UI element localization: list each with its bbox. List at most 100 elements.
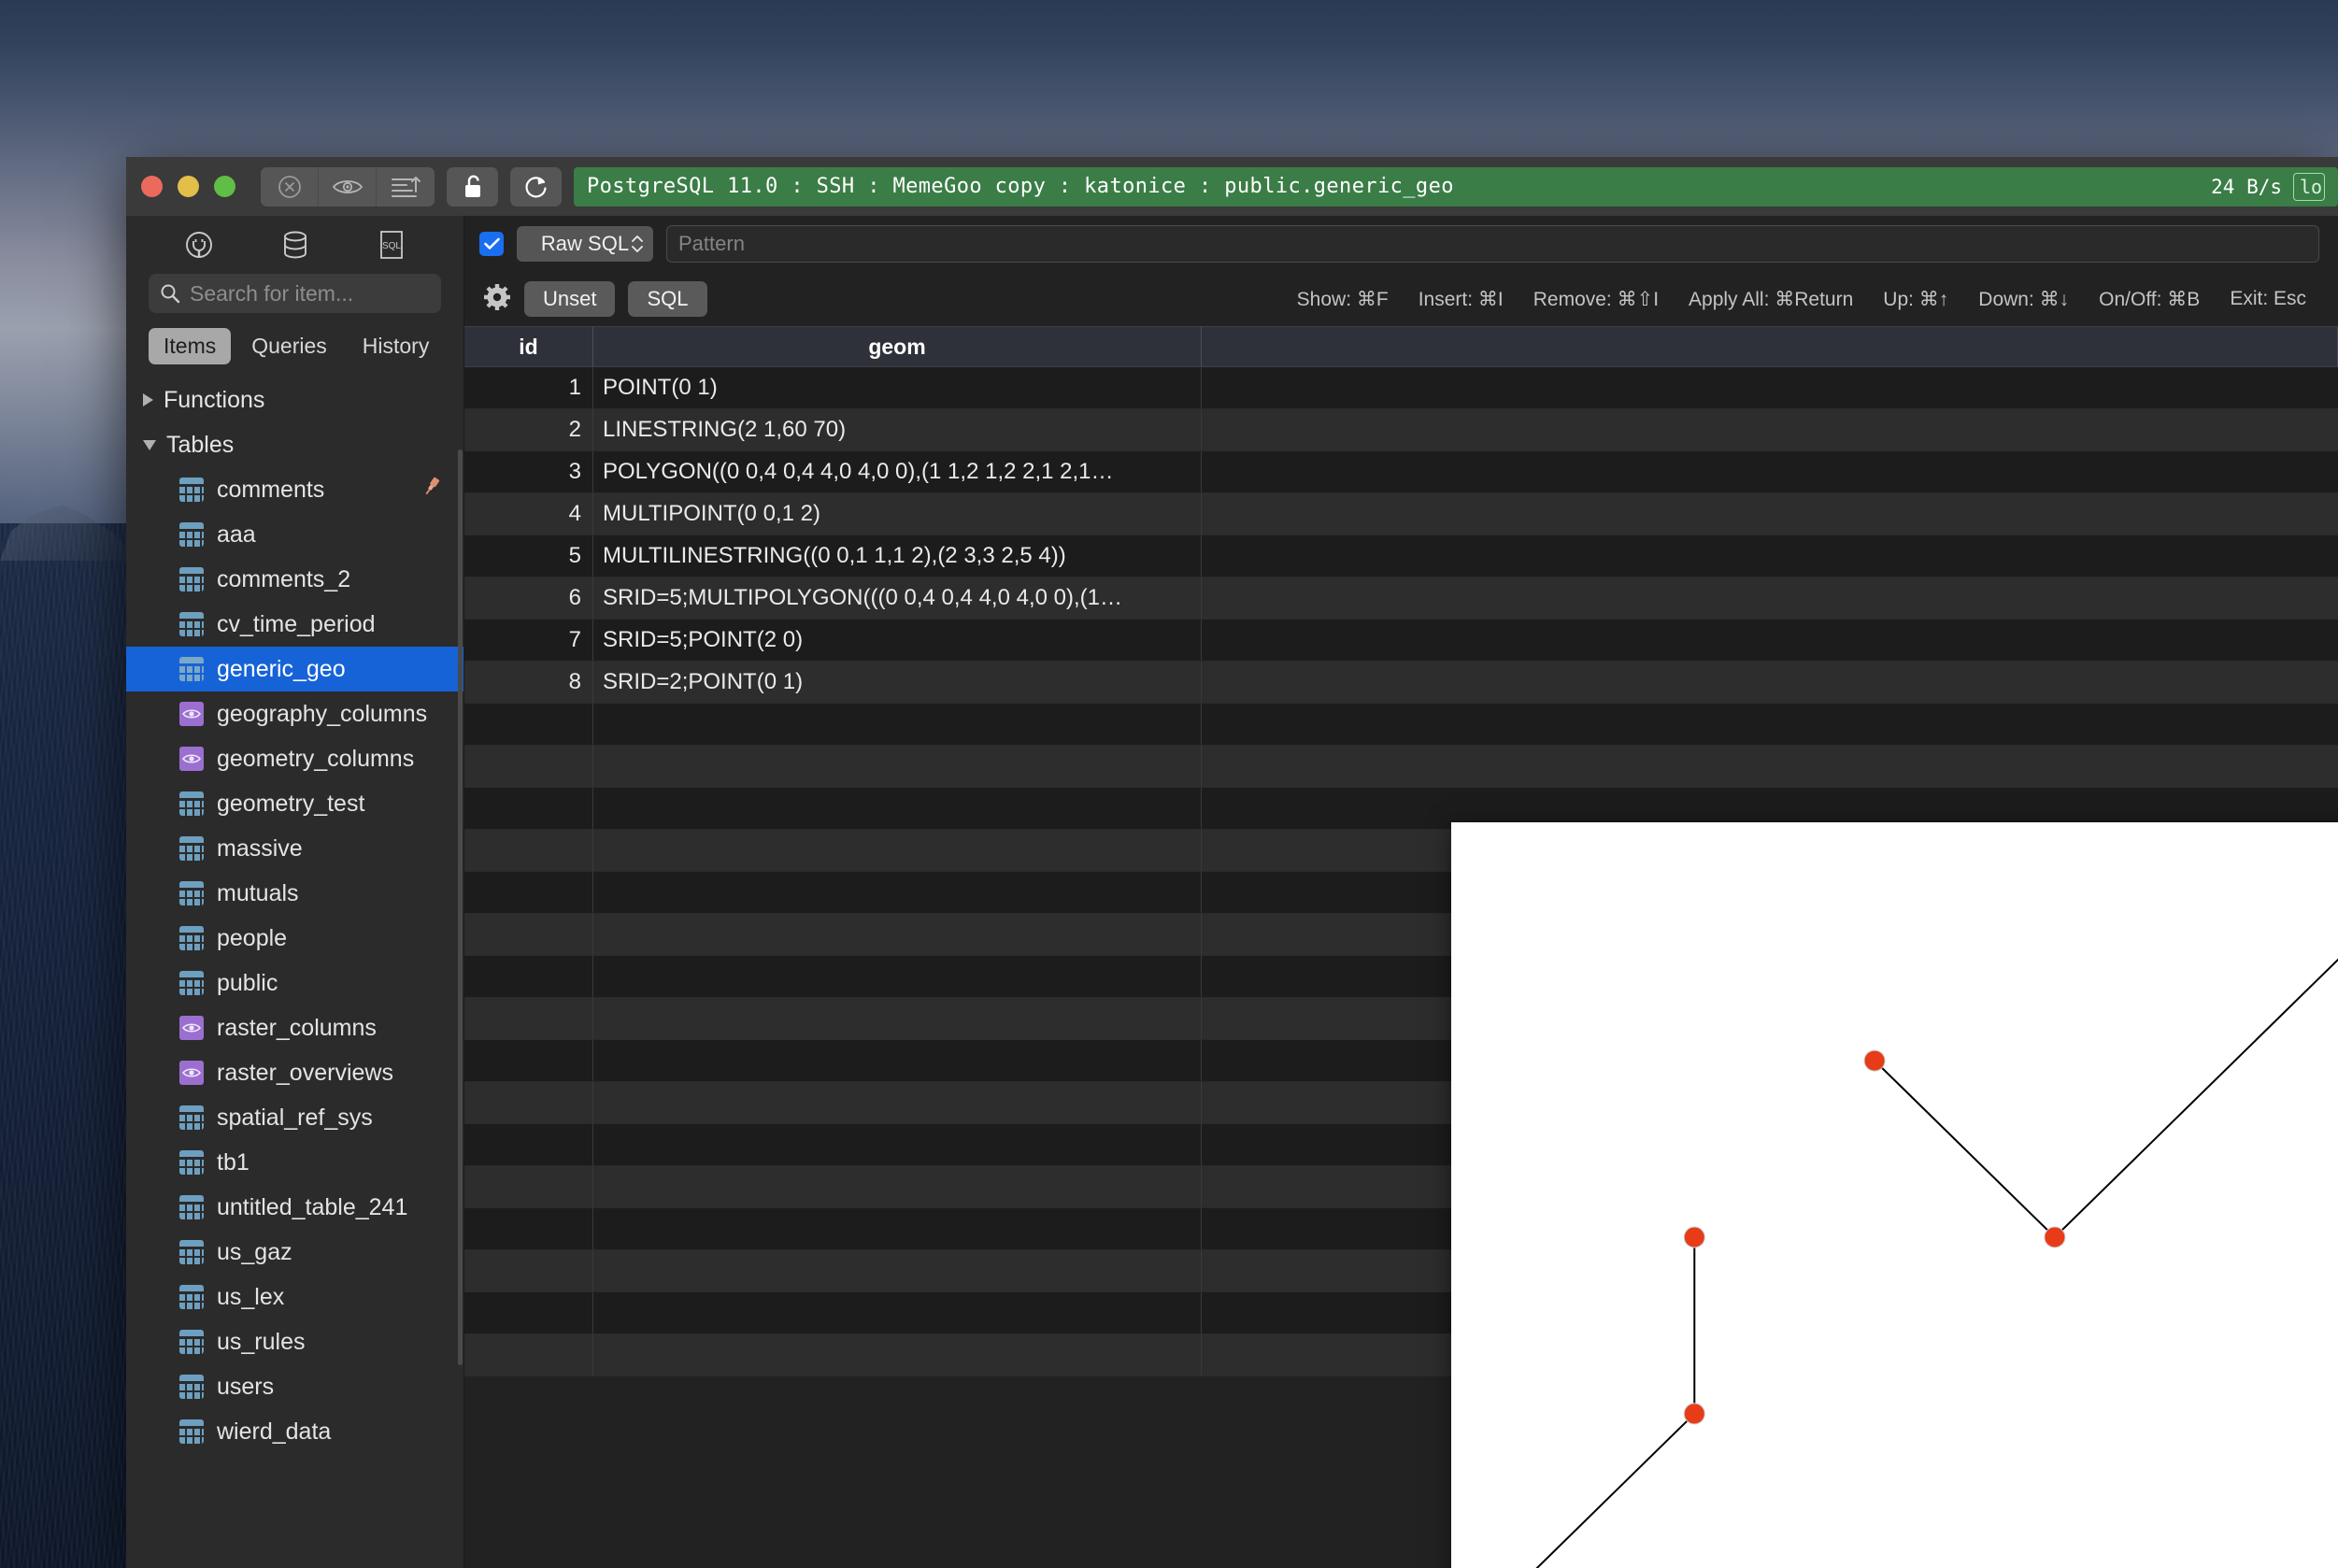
- cell-geom-empty[interactable]: [593, 788, 1202, 829]
- cell-id[interactable]: 7: [464, 620, 593, 661]
- unset-button[interactable]: Unset: [524, 281, 616, 317]
- sidebar-item-us_rules[interactable]: us_rules: [126, 1319, 463, 1364]
- cell-geom-empty[interactable]: [593, 1124, 1202, 1165]
- cell-id-empty[interactable]: [464, 872, 593, 913]
- sidebar-scrollbar[interactable]: [458, 449, 463, 1365]
- geometry-vertex-2-2[interactable]: [2044, 1226, 2066, 1248]
- sidebar-item-geometry_test[interactable]: geometry_test: [126, 781, 463, 826]
- table-row[interactable]: 8 SRID=2;POINT(0 1): [464, 662, 2338, 704]
- cell-geom[interactable]: SRID=5;POINT(2 0): [593, 620, 1202, 661]
- sidebar-item-mutuals[interactable]: mutuals: [126, 871, 463, 916]
- cell-geom-empty[interactable]: [593, 1250, 1202, 1291]
- sidebar-item-aaa[interactable]: aaa: [126, 512, 463, 557]
- sidebar-item-public[interactable]: public: [126, 961, 463, 1005]
- cell-geom-empty[interactable]: [593, 1292, 1202, 1333]
- table-row[interactable]: 5 MULTILINESTRING((0 0,1 1,1 2),(2 3,3 2,…: [464, 535, 2338, 577]
- close-window-button[interactable]: [141, 176, 163, 197]
- cell-id[interactable]: 6: [464, 577, 593, 619]
- cell-geom-empty[interactable]: [593, 1334, 1202, 1376]
- geometry-preview-popup[interactable]: [1451, 822, 2338, 1568]
- cell-geom-empty[interactable]: [593, 1166, 1202, 1207]
- cell-geom-empty[interactable]: [593, 956, 1202, 997]
- cell-id[interactable]: 1: [464, 367, 593, 408]
- query-mode-select[interactable]: Raw SQL: [517, 226, 653, 262]
- cell-id-empty[interactable]: [464, 704, 593, 745]
- sidebar-item-untitled_table_241[interactable]: untitled_table_241: [126, 1185, 463, 1230]
- sort-lines-icon[interactable]: [377, 166, 435, 207]
- cell-id[interactable]: 8: [464, 662, 593, 703]
- search-input[interactable]: Search for item...: [149, 274, 441, 313]
- tab-history[interactable]: History: [348, 328, 445, 364]
- unlock-icon[interactable]: [447, 166, 498, 207]
- sidebar-item-comments_2[interactable]: comments_2: [126, 557, 463, 602]
- sql-file-icon[interactable]: SQL: [367, 225, 416, 264]
- cell-id[interactable]: 4: [464, 493, 593, 535]
- sidebar-item-cv_time_period[interactable]: cv_time_period: [126, 602, 463, 647]
- cell-geom-empty[interactable]: [593, 998, 1202, 1039]
- sidebar-item-comments[interactable]: comments: [126, 467, 463, 512]
- cell-geom[interactable]: MULTILINESTRING((0 0,1 1,1 2),(2 3,3 2,5…: [593, 535, 1202, 577]
- sidebar-item-people[interactable]: people: [126, 916, 463, 961]
- table-row[interactable]: 2 LINESTRING(2 1,60 70): [464, 409, 2338, 451]
- table-row-empty[interactable]: [464, 704, 2338, 746]
- cell-geom[interactable]: POINT(0 1): [593, 367, 1202, 408]
- cell-id-empty[interactable]: [464, 1124, 593, 1165]
- cell-id[interactable]: 2: [464, 409, 593, 450]
- cell-geom-empty[interactable]: [593, 914, 1202, 955]
- cell-id-empty[interactable]: [464, 1166, 593, 1207]
- table-row-empty[interactable]: [464, 746, 2338, 788]
- tab-items[interactable]: Items: [149, 328, 232, 364]
- sidebar-item-us_lex[interactable]: us_lex: [126, 1275, 463, 1319]
- sidebar-item-generic_geo[interactable]: generic_geo: [126, 647, 463, 691]
- cell-geom-empty[interactable]: [593, 830, 1202, 871]
- geometry-vertex-2-1[interactable]: [1863, 1049, 1886, 1072]
- sql-button[interactable]: SQL: [628, 281, 707, 317]
- sidebar-item-wierd_data[interactable]: wierd_data: [126, 1409, 463, 1454]
- minimize-window-button[interactable]: [178, 176, 199, 197]
- sidebar-item-us_gaz[interactable]: us_gaz: [126, 1230, 463, 1275]
- cell-id-empty[interactable]: [464, 1040, 593, 1081]
- cancel-icon[interactable]: [261, 166, 319, 207]
- filter-enabled-checkbox[interactable]: [479, 232, 504, 256]
- gear-icon[interactable]: [483, 283, 511, 316]
- connection-plug-icon[interactable]: [175, 225, 223, 264]
- cell-id-empty[interactable]: [464, 1334, 593, 1376]
- cell-geom[interactable]: SRID=5;MULTIPOLYGON(((0 0,4 0,4 4,0 4,0 …: [593, 577, 1202, 619]
- cell-geom-empty[interactable]: [593, 872, 1202, 913]
- cell-id-empty[interactable]: [464, 1292, 593, 1333]
- sidebar-item-geometry_columns[interactable]: geometry_columns: [126, 736, 463, 781]
- sidebar-item-tb1[interactable]: tb1: [126, 1140, 463, 1185]
- zoom-window-button[interactable]: [214, 176, 235, 197]
- pin-icon[interactable]: [421, 476, 443, 505]
- cell-id[interactable]: 5: [464, 535, 593, 577]
- sidebar-item-spatial_ref_sys[interactable]: spatial_ref_sys: [126, 1095, 463, 1140]
- cell-geom[interactable]: LINESTRING(2 1,60 70): [593, 409, 1202, 450]
- table-row[interactable]: 3 POLYGON((0 0,4 0,4 4,0 4,0 0),(1 1,2 1,…: [464, 451, 2338, 493]
- cell-geom-empty[interactable]: [593, 1082, 1202, 1123]
- geometry-vertex-1-3[interactable]: [1683, 1226, 1705, 1248]
- pattern-input[interactable]: Pattern: [666, 225, 2319, 263]
- geometry-vertex-1-2[interactable]: [1683, 1403, 1705, 1425]
- column-header-id[interactable]: id: [464, 327, 593, 366]
- table-row[interactable]: 7 SRID=5;POINT(2 0): [464, 620, 2338, 662]
- cell-geom[interactable]: POLYGON((0 0,4 0,4 4,0 4,0 0),(1 1,2 1,2…: [593, 451, 1202, 492]
- cell-id-empty[interactable]: [464, 830, 593, 871]
- table-row[interactable]: 1 POINT(0 1): [464, 367, 2338, 409]
- cell-id-empty[interactable]: [464, 998, 593, 1039]
- cell-id-empty[interactable]: [464, 1082, 593, 1123]
- titlebar-edge-chip[interactable]: lo: [2293, 172, 2325, 201]
- sidebar-item-massive[interactable]: massive: [126, 826, 463, 871]
- cell-id-empty[interactable]: [464, 956, 593, 997]
- cell-geom-empty[interactable]: [593, 746, 1202, 787]
- cell-geom-empty[interactable]: [593, 1208, 1202, 1249]
- cell-geom[interactable]: MULTIPOINT(0 0,1 2): [593, 493, 1202, 535]
- cell-id-empty[interactable]: [464, 1208, 593, 1249]
- cell-id-empty[interactable]: [464, 914, 593, 955]
- sidebar-item-raster_overviews[interactable]: raster_overviews: [126, 1050, 463, 1095]
- table-row[interactable]: 4 MULTIPOINT(0 0,1 2): [464, 493, 2338, 535]
- cell-id-empty[interactable]: [464, 1250, 593, 1291]
- cell-id-empty[interactable]: [464, 788, 593, 829]
- cell-id[interactable]: 3: [464, 451, 593, 492]
- cell-geom-empty[interactable]: [593, 1040, 1202, 1081]
- cell-id-empty[interactable]: [464, 746, 593, 787]
